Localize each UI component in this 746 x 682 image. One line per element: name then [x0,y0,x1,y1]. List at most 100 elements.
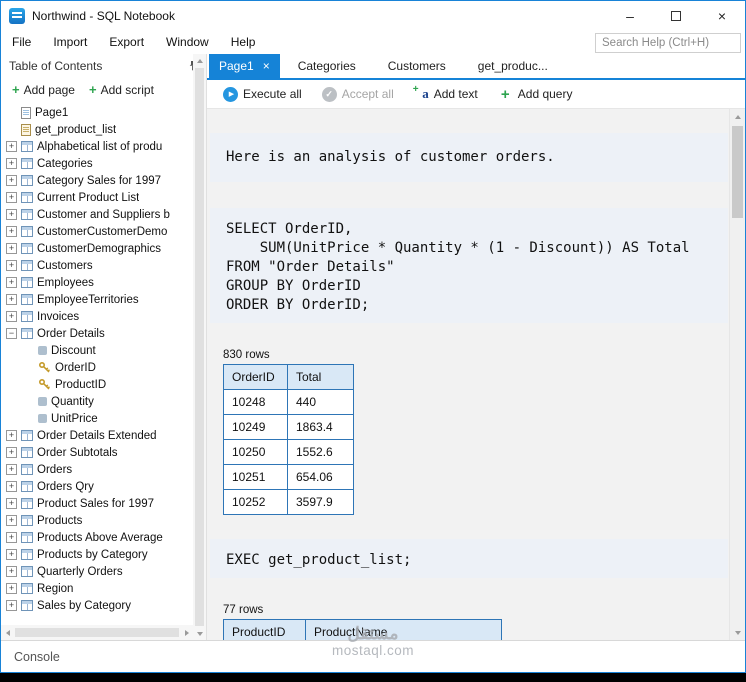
tree-item-label: ProductID [55,379,106,391]
expand-icon[interactable]: + [6,515,17,526]
add-text-button[interactable]: +aAdd text [404,80,488,108]
expand-icon[interactable]: + [6,294,17,305]
tree-item-product-sales-for-1997[interactable]: +Product Sales for 1997 [1,495,192,512]
scroll-right-icon[interactable] [180,626,193,639]
menu-item-window[interactable]: Window [155,31,220,54]
tree-item-current-product-list[interactable]: +Current Product List [1,189,192,206]
result1-table-container: OrderIDTotal10248440102491863.4102501552… [223,364,728,515]
tree-item-order-details-extended[interactable]: +Order Details Extended [1,427,192,444]
expand-icon[interactable]: + [6,277,17,288]
add-query-button[interactable]: +Add query [488,80,583,108]
console-bar[interactable]: Console [1,640,745,672]
tree-item-quantity[interactable]: Quantity [1,393,192,410]
tab-get-produc[interactable]: get_produc... [464,54,562,78]
menu-item-export[interactable]: Export [98,31,155,54]
expand-icon[interactable]: + [6,532,17,543]
minimize-button[interactable]: – [607,1,653,31]
tree-item-productid[interactable]: ProductID [1,376,192,393]
expand-icon[interactable]: + [6,464,17,475]
tree-item-order-details[interactable]: −Order Details [1,325,192,342]
scroll-left-icon[interactable] [1,626,14,639]
close-button[interactable]: × [699,1,745,31]
tree-item-orderid[interactable]: OrderID [1,359,192,376]
tree-item-orders-qry[interactable]: +Orders Qry [1,478,192,495]
sidebar-scrollbar-thumb[interactable] [195,68,204,626]
tree-item-orders[interactable]: +Orders [1,461,192,478]
content-scroll-up-icon[interactable] [730,109,745,124]
tree-item-invoices[interactable]: + Invoices [1,308,192,325]
menu-item-import[interactable]: Import [42,31,98,54]
tree-item-sales-by-category[interactable]: +Sales by Category [1,597,192,614]
expand-icon[interactable]: + [6,141,17,152]
tree-item-products-above-average[interactable]: +Products Above Average [1,529,192,546]
accept-all-button[interactable]: ✓Accept all [312,80,404,108]
sql-query-cell[interactable]: SELECT OrderID, SUM(UnitPrice * Quantity… [210,208,728,323]
scroll-down-icon[interactable] [193,627,206,640]
expand-icon[interactable]: + [6,226,17,237]
tab-categories[interactable]: Categories [284,54,370,78]
expand-icon[interactable]: + [6,175,17,186]
header-row: ProductIDProductName [224,620,502,641]
tree-item-page1[interactable]: Page1 [1,104,192,121]
tree-item-customers[interactable]: +Customers [1,257,192,274]
tab-page1[interactable]: Page1× [209,54,280,78]
sidebar-hscrollbar-thumb[interactable] [15,628,179,637]
content-scroll-down-icon[interactable] [730,625,745,640]
tree-item-order-subtotals[interactable]: +Order Subtotals [1,444,192,461]
expand-icon[interactable]: + [6,430,17,441]
tree-item-customer-and-suppliers-b[interactable]: +Customer and Suppliers b [1,206,192,223]
search-help-input[interactable] [595,33,741,53]
expand-icon[interactable]: + [6,243,17,254]
tree-item-products-by-category[interactable]: +Products by Category [1,546,192,563]
close-tab-icon[interactable]: × [263,60,270,72]
tree-item-label: CustomerDemographics [37,243,161,255]
expand-icon[interactable]: + [6,481,17,492]
tree-item-category-sales-for-1997[interactable]: +Category Sales for 1997 [1,172,192,189]
exec-query-cell[interactable]: EXEC get_product_list; [210,539,728,578]
script-icon [21,124,31,136]
tree-item-label: Invoices [37,311,79,323]
expand-icon[interactable]: + [6,311,17,322]
expand-icon[interactable]: + [6,192,17,203]
tree-item-discount[interactable]: Discount [1,342,192,359]
maximize-button[interactable] [653,1,699,31]
scroll-up-icon[interactable] [193,54,206,67]
expand-icon[interactable]: + [6,260,17,271]
content-scrollbar-thumb[interactable] [732,126,743,218]
tree-item-employeeterritories[interactable]: +EmployeeTerritories [1,291,192,308]
tree-item-alphabetical-list-of-produ[interactable]: +Alphabetical list of produ [1,138,192,155]
table-icon [21,226,33,237]
add-page-button[interactable]: +Add page [7,83,80,97]
add-script-button[interactable]: +Add script [84,83,159,97]
tree-item-products[interactable]: +Products [1,512,192,529]
tree-item-get-product-list[interactable]: get_product_list [1,121,192,138]
sidebar-vertical-scrollbar[interactable] [193,54,206,640]
tree-item-quarterly-orders[interactable]: +Quarterly Orders [1,563,192,580]
expand-icon[interactable]: + [6,566,17,577]
expand-icon[interactable]: + [6,498,17,509]
expand-icon[interactable]: + [6,583,17,594]
expand-icon[interactable]: + [6,209,17,220]
tree-item-categories[interactable]: +Categories [1,155,192,172]
text-cell[interactable]: Here is an analysis of customer orders. [210,133,728,182]
table-icon [21,583,33,594]
tree-item-region[interactable]: +Region [1,580,192,597]
collapse-icon[interactable]: − [6,328,17,339]
table-icon [21,277,33,288]
tree-item-customercustomerdemo[interactable]: +CustomerCustomerDemo [1,223,192,240]
notebook-main: Page1×CategoriesCustomersget_produc... ▶… [207,54,745,640]
execute-all-button[interactable]: ▶Execute all [213,80,312,108]
menu-item-file[interactable]: File [1,31,42,54]
menu-item-help[interactable]: Help [220,31,267,54]
tree-item-unitprice[interactable]: UnitPrice [1,410,192,427]
content-vertical-scrollbar[interactable] [729,109,745,640]
sidebar-horizontal-scrollbar[interactable] [1,625,193,640]
maximize-icon [671,11,681,21]
tree-item-employees[interactable]: +Employees [1,274,192,291]
expand-icon[interactable]: + [6,549,17,560]
expand-icon[interactable]: + [6,600,17,611]
expand-icon[interactable]: + [6,158,17,169]
tree-item-customerdemographics[interactable]: + CustomerDemographics [1,240,192,257]
expand-icon[interactable]: + [6,447,17,458]
tab-customers[interactable]: Customers [374,54,460,78]
